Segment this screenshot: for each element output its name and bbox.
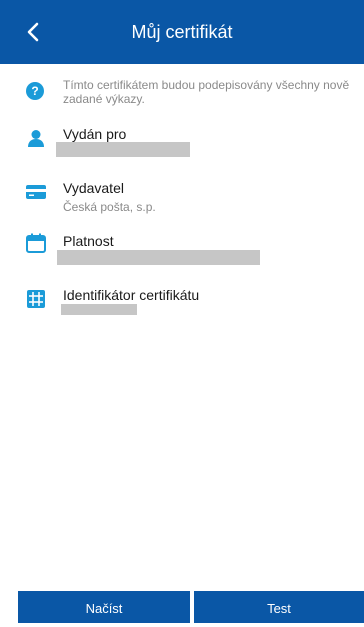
calendar-icon xyxy=(26,233,46,253)
person-icon xyxy=(28,130,44,147)
info-text: Tímto certifikátem budou podepisovány vš… xyxy=(63,78,350,106)
load-button[interactable]: Načíst xyxy=(18,591,190,623)
redacted-value-certificate-id xyxy=(61,304,137,315)
test-button[interactable]: Test xyxy=(194,591,364,623)
field-label-issuer: Vydavatel xyxy=(63,180,124,196)
question-circle-icon: ? xyxy=(26,82,44,100)
svg-text:?: ? xyxy=(31,84,38,98)
redacted-value-validity xyxy=(57,250,260,265)
footer-actions: Načíst Test xyxy=(18,591,364,623)
page-title: Můj certifikát xyxy=(131,22,233,42)
card-icon xyxy=(26,185,46,199)
field-value-issuer: Česká pošta, s.p. xyxy=(63,200,156,214)
field-label-validity: Platnost xyxy=(63,233,114,249)
grid-icon xyxy=(27,290,45,308)
field-label-issued-to: Vydán pro xyxy=(63,126,127,142)
app-header: Můj certifikát xyxy=(0,0,364,64)
field-label-certificate-id: Identifikátor certifikátu xyxy=(63,287,200,303)
redacted-value-issued-to xyxy=(56,142,190,157)
